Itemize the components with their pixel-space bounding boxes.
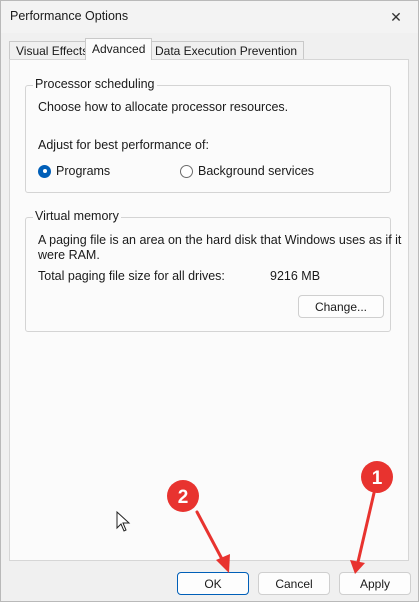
total-paging-label: Total paging file size for all drives: [38, 269, 225, 283]
virtual-memory-group: Virtual memory A paging file is an area … [25, 209, 401, 332]
radio-background-services[interactable]: Background services [180, 164, 314, 178]
radio-background-services-indicator[interactable] [180, 164, 193, 178]
virtual-memory-description-line2: were RAM. [38, 248, 100, 262]
total-paging-value: 9216 MB [270, 269, 321, 283]
processor-description: Choose how to allocate processor resourc… [38, 100, 289, 114]
tab-dep-label: Data Execution Prevention [155, 44, 298, 58]
processor-scheduling-group: Processor scheduling Choose how to alloc… [25, 77, 391, 193]
close-icon: ✕ [390, 8, 402, 25]
advanced-tab-panel: Processor scheduling Choose how to alloc… [9, 59, 409, 561]
title-bar: Performance Options ✕ [1, 1, 418, 33]
apply-button[interactable]: Apply [339, 572, 411, 595]
cancel-button-label: Cancel [275, 576, 313, 591]
change-button-label: Change... [314, 299, 368, 314]
window-title: Performance Options [10, 9, 129, 23]
radio-background-services-label: Background services [198, 164, 315, 178]
tab-advanced-label: Advanced [92, 42, 146, 56]
apply-button-label: Apply [359, 576, 391, 591]
ok-button[interactable]: OK [177, 572, 249, 595]
ok-button-label: OK [204, 576, 222, 591]
tab-advanced[interactable]: Advanced [85, 38, 153, 60]
virtual-memory-title: Virtual memory [33, 209, 121, 223]
radio-programs-indicator[interactable] [38, 164, 51, 178]
tab-data-execution-prevention[interactable]: Data Execution Prevention [148, 41, 305, 59]
radio-programs-label: Programs [56, 164, 111, 178]
adjust-label: Adjust for best performance of: [38, 138, 209, 152]
virtual-memory-description-line1: A paging file is an area on the hard dis… [38, 233, 402, 247]
tab-visual-effects-label: Visual Effects [16, 44, 89, 58]
tab-visual-effects[interactable]: Visual Effects [9, 41, 96, 59]
performance-options-window: Performance Options ✕ Visual Effects Adv… [0, 0, 419, 602]
processor-scheduling-title: Processor scheduling [33, 77, 157, 91]
change-button[interactable]: Change... [298, 295, 384, 318]
radio-programs[interactable]: Programs [38, 164, 110, 178]
close-button[interactable]: ✕ [382, 5, 410, 29]
cancel-button[interactable]: Cancel [258, 572, 330, 595]
